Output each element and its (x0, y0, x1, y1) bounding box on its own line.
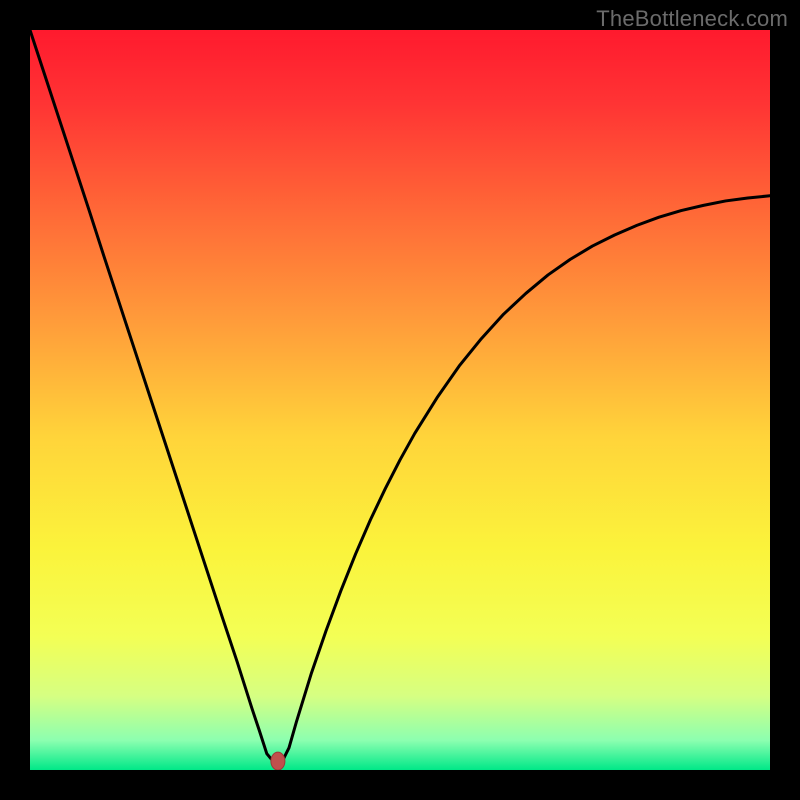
plot-area (30, 30, 770, 770)
optimum-marker (271, 752, 285, 770)
bottleneck-curve (30, 30, 770, 763)
chart-frame: TheBottleneck.com (0, 0, 800, 800)
curve-layer (30, 30, 770, 770)
watermark-text: TheBottleneck.com (596, 6, 788, 32)
